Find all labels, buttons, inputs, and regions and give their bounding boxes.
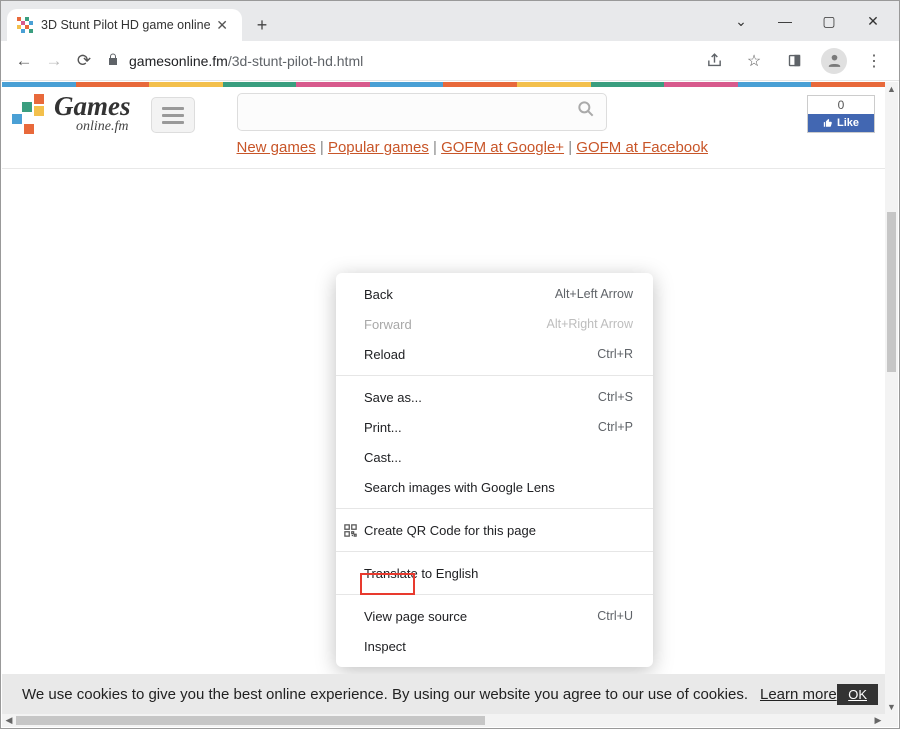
context-menu: Back Alt+Left Arrow Forward Alt+Right Ar…: [336, 273, 653, 667]
back-button[interactable]: ←: [9, 46, 39, 76]
reload-button[interactable]: ⟳: [69, 46, 99, 76]
search-box[interactable]: [237, 93, 607, 131]
browser-window: 3D Stunt Pilot HD game online ✕ + ⌄ — ▢ …: [0, 0, 900, 729]
url-box[interactable]: gamesonline.fm/3d-stunt-pilot-hd.html: [107, 46, 693, 76]
profile-avatar-icon[interactable]: [821, 48, 847, 74]
titlebar: 3D Stunt Pilot HD game online ✕ + ⌄ — ▢ …: [1, 1, 899, 41]
logo-sub: online.fm: [54, 120, 131, 134]
minimize-button[interactable]: —: [763, 6, 807, 36]
ctx-separator: [336, 551, 653, 552]
fb-like-count: 0: [808, 96, 874, 114]
ctx-separator: [336, 508, 653, 509]
ctx-reload[interactable]: Reload Ctrl+R: [336, 339, 653, 369]
ctx-search-lens[interactable]: Search images with Google Lens: [336, 472, 653, 502]
link-google-plus[interactable]: GOFM at Google+: [441, 139, 564, 156]
scroll-down-icon[interactable]: ▼: [885, 700, 898, 714]
new-tab-button[interactable]: +: [248, 11, 276, 39]
color-strip: [2, 82, 885, 87]
logo-main: Games: [54, 93, 131, 120]
vertical-scrollbar[interactable]: ▲ ▼: [885, 82, 898, 714]
fb-like-button[interactable]: Like: [808, 114, 874, 132]
lock-icon: [107, 53, 119, 69]
search-icon[interactable]: [576, 99, 596, 125]
browser-tab[interactable]: 3D Stunt Pilot HD game online ✕: [7, 9, 242, 41]
horizontal-scrollbar[interactable]: ◀ ▶: [2, 714, 885, 727]
window-controls: ⌄ — ▢ ✕: [719, 1, 895, 41]
forward-button[interactable]: →: [39, 46, 69, 76]
ctx-forward: Forward Alt+Right Arrow: [336, 309, 653, 339]
address-bar: ← → ⟳ gamesonline.fm/3d-stunt-pilot-hd.h…: [1, 41, 899, 81]
bookmark-star-icon[interactable]: ☆: [741, 48, 767, 74]
ctx-print[interactable]: Print... Ctrl+P: [336, 412, 653, 442]
scroll-corner: [885, 714, 898, 727]
scroll-left-icon[interactable]: ◀: [2, 714, 16, 727]
url-text: gamesonline.fm/3d-stunt-pilot-hd.html: [129, 53, 363, 69]
kebab-menu-icon[interactable]: ⋮: [861, 48, 887, 74]
ctx-qr-code[interactable]: Create QR Code for this page: [336, 515, 653, 545]
tab-close-icon[interactable]: ✕: [212, 17, 232, 34]
cookie-learn-more[interactable]: Learn more: [760, 686, 837, 703]
site-logo[interactable]: Games online.fm: [12, 93, 131, 134]
scroll-right-icon[interactable]: ▶: [871, 714, 885, 727]
tab-title: 3D Stunt Pilot HD game online: [41, 18, 212, 32]
ctx-translate[interactable]: Translate to English: [336, 558, 653, 588]
nav-links: New games | Popular games | GOFM at Goog…: [237, 139, 778, 156]
tab-favicon-icon: [17, 17, 33, 33]
ctx-inspect[interactable]: Inspect: [336, 631, 653, 661]
search-input[interactable]: [248, 104, 576, 120]
ctx-separator: [336, 375, 653, 376]
scroll-thumb[interactable]: [887, 212, 896, 372]
link-popular-games[interactable]: Popular games: [328, 139, 429, 156]
qr-icon: [342, 522, 358, 538]
fb-like-widget[interactable]: 0 Like: [807, 95, 875, 133]
extensions-icon[interactable]: [781, 48, 807, 74]
ctx-cast[interactable]: Cast...: [336, 442, 653, 472]
cookie-text: We use cookies to give you the best onli…: [22, 686, 748, 703]
link-new-games[interactable]: New games: [237, 139, 316, 156]
ctx-save-as[interactable]: Save as... Ctrl+S: [336, 382, 653, 412]
close-button[interactable]: ✕: [851, 6, 895, 36]
cookie-bar: We use cookies to give you the best onli…: [2, 674, 898, 714]
ctx-separator: [336, 594, 653, 595]
page-header: Games online.fm New games | Popular game…: [2, 87, 885, 169]
hamburger-menu-button[interactable]: [151, 97, 195, 133]
chevron-down-icon[interactable]: ⌄: [719, 6, 763, 36]
ctx-back[interactable]: Back Alt+Left Arrow: [336, 279, 653, 309]
maximize-button[interactable]: ▢: [807, 6, 851, 36]
share-icon[interactable]: [701, 48, 727, 74]
link-facebook[interactable]: GOFM at Facebook: [576, 139, 708, 156]
cookie-ok-button[interactable]: OK: [837, 684, 878, 705]
scroll-up-icon[interactable]: ▲: [885, 82, 898, 96]
logo-icon: [12, 94, 48, 134]
scroll-thumb[interactable]: [16, 716, 485, 725]
ctx-view-source[interactable]: View page source Ctrl+U: [336, 601, 653, 631]
